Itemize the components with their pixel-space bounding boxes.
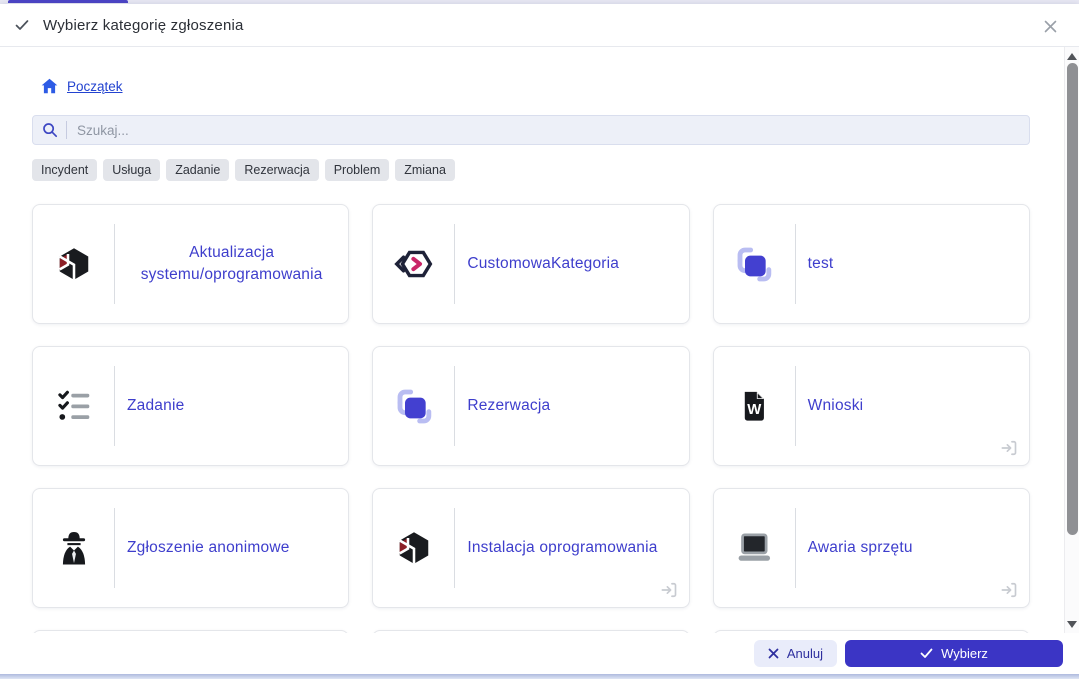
category-label: Wnioski <box>807 396 864 414</box>
category-picker-modal: Wybierz kategorię zgłoszenia Początek In… <box>0 4 1079 674</box>
category-card[interactable]: Rezerwacja <box>372 346 690 466</box>
category-label: Instalacja oprogramowania <box>467 538 658 556</box>
enter-icon <box>999 438 1019 458</box>
close-icon[interactable] <box>1040 16 1060 36</box>
enter-icon <box>999 580 1019 600</box>
filter-chip-rezerwacja[interactable]: Rezerwacja <box>235 159 319 181</box>
background-tab-strip <box>8 0 128 3</box>
svg-text:W: W <box>747 402 762 418</box>
modal-body: Początek IncydentUsługaZadanieRezerwacja… <box>0 47 1064 633</box>
category-label: Aktualizacja systemu/oprogramowania <box>140 243 323 283</box>
confirm-button[interactable]: Wybierz <box>845 640 1063 667</box>
category-grid: Aktualizacja systemu/oprogramowania Custo… <box>32 204 1030 633</box>
category-label: Zadanie <box>127 396 185 414</box>
cancel-button[interactable]: Anuluj <box>753 640 837 667</box>
scrollbar-down-arrow-icon[interactable] <box>1065 617 1079 631</box>
category-card[interactable]: Zadanie <box>32 346 350 466</box>
laptop-icon <box>714 530 795 566</box>
overlap-squares-icon <box>714 244 795 284</box>
checklist-icon <box>33 388 114 424</box>
page-background-bottom <box>0 674 1079 679</box>
spy-icon <box>33 529 114 567</box>
search-icon <box>33 122 66 138</box>
modal-title: Wybierz kategorię zgłoszenia <box>43 16 244 34</box>
category-card[interactable]: Awaria sprzętu <box>712 488 1030 608</box>
category-card[interactable]: Instalacja oprogramowania <box>372 488 690 608</box>
search-bar <box>32 115 1030 145</box>
scrollbar-thumb[interactable] <box>1067 63 1078 535</box>
category-card[interactable]: W Wnioski <box>712 346 1030 466</box>
filter-chip-usługa[interactable]: Usługa <box>103 159 161 181</box>
filter-chip-zmiana[interactable]: Zmiana <box>395 159 455 181</box>
category-card[interactable]: Aktualizacja systemu/oprogramowania <box>32 204 350 324</box>
code-hexagon-icon <box>373 246 454 282</box>
modal-header: Wybierz kategorię zgłoszenia <box>0 4 1079 47</box>
software-box-icon <box>33 246 114 282</box>
cancel-button-label: Anuluj <box>786 646 823 661</box>
modal-footer: Anuluj Wybierz <box>0 633 1079 674</box>
search-input[interactable] <box>67 122 1029 138</box>
category-card[interactable]: Zgłoszenie anonimowe <box>32 488 350 608</box>
category-label: test <box>807 254 834 272</box>
breadcrumb-home-link[interactable]: Początek <box>67 79 123 94</box>
check-icon <box>14 17 30 33</box>
filter-chips: Incydent Usługa Zadanie Rezerwacja Problem Zm… <box>32 159 1064 181</box>
scrollbar-up-arrow-icon[interactable] <box>1065 49 1079 63</box>
category-label: Zgłoszenie anonimowe <box>127 538 290 556</box>
category-card[interactable]: CustomowaKategoria <box>372 204 690 324</box>
page: Wybierz kategorię zgłoszenia Początek In… <box>0 0 1079 679</box>
confirm-button-label: Wybierz <box>941 646 988 661</box>
scrollbar[interactable] <box>1064 47 1079 633</box>
breadcrumb: Początek <box>41 78 1064 94</box>
filter-chip-problem[interactable]: Problem <box>324 159 390 181</box>
category-label: Rezerwacja <box>467 396 551 414</box>
category-label: Awaria sprzętu <box>807 538 913 556</box>
overlap-squares-icon <box>373 386 454 426</box>
enter-icon <box>659 580 679 600</box>
home-icon <box>41 78 58 94</box>
filter-chip-zadanie[interactable]: Zadanie <box>166 159 230 181</box>
category-card[interactable]: test <box>712 204 1030 324</box>
software-box-icon <box>373 530 454 566</box>
cancel-x-icon <box>768 648 779 659</box>
filter-chip-incydent[interactable]: Incydent <box>32 159 98 181</box>
category-label: CustomowaKategoria <box>467 254 620 272</box>
word-document-icon: W <box>714 387 795 425</box>
confirm-check-icon <box>920 648 933 659</box>
